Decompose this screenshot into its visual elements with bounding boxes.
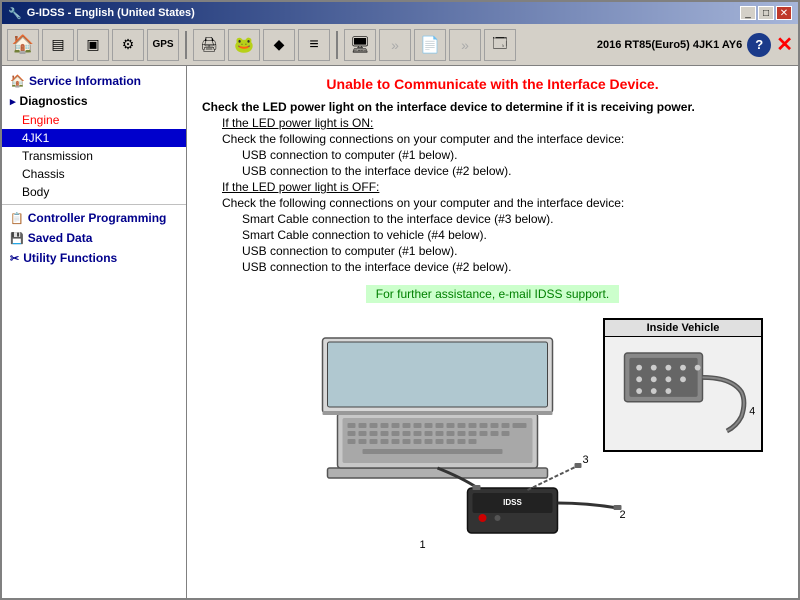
main-layout: 🏠 Service Information ▸ Diagnostics Engi… (2, 66, 798, 598)
sidebar: 🏠 Service Information ▸ Diagnostics Engi… (2, 66, 187, 598)
maximize-button[interactable]: □ (758, 6, 774, 20)
gps-button[interactable]: GPS (147, 29, 179, 61)
sidebar-divider1 (2, 204, 186, 205)
arrows2-button[interactable]: » (449, 29, 481, 61)
chassis-label: Chassis (22, 167, 65, 181)
separator2 (336, 31, 338, 59)
vehicle-label: 2016 RT85(Euro5) 4JK1 AY6 (597, 39, 742, 51)
check-led-text: Check the LED power light on the interfa… (202, 100, 783, 114)
sidebar-item-saved-data[interactable]: 💾 Saved Data (2, 228, 186, 248)
led-off-label: If the LED power light is OFF: (202, 180, 783, 194)
minimize-button[interactable]: _ (740, 6, 756, 20)
engine-label: Engine (22, 113, 59, 127)
service-info-icon: 🏠 (10, 74, 25, 88)
saved-icon: 💾 (10, 232, 24, 245)
transmission-label: Transmission (22, 149, 93, 163)
svg-text:4: 4 (749, 405, 755, 417)
sidebar-item-controller[interactable]: 📋 Controller Programming (2, 208, 186, 228)
led-on-line1: Check the following connections on your … (202, 132, 783, 146)
content-area: Unable to Communicate with the Interface… (187, 66, 798, 598)
assistance-container: For further assistance, e-mail IDSS supp… (202, 280, 783, 303)
led-on-line2: USB connection to computer (#1 below). (202, 148, 783, 162)
sidebar-item-4jk1[interactable]: 4JK1 (2, 129, 186, 147)
led-off-line3: Smart Cable connection to vehicle (#4 be… (202, 228, 783, 242)
controller-label: Controller Programming (28, 211, 167, 225)
led-on-line3: USB connection to the interface device (… (202, 164, 783, 178)
diamond-button[interactable]: ◆ (263, 29, 295, 61)
sidebar-item-service-info[interactable]: 🏠 Service Information (2, 71, 186, 91)
svg-text:1: 1 (419, 539, 425, 551)
arrows-button[interactable]: » (379, 29, 411, 61)
vehicle-info: 2016 RT85(Euro5) 4JK1 AY6 ? ✕ (597, 32, 793, 57)
help-button[interactable]: ? (747, 33, 771, 57)
led-on-underline: If the LED power light is ON: (222, 116, 373, 130)
body-label: Body (22, 185, 49, 199)
monitor-button[interactable]: 🖥 (344, 29, 376, 61)
exit-button[interactable]: ✕ (776, 32, 793, 57)
view1-button[interactable]: ▤ (42, 29, 74, 61)
frog-button[interactable]: 🐸 (228, 29, 260, 61)
utility-label: Utility Functions (23, 251, 117, 265)
titlebar-title: 🔧 G-IDSS - English (United States) (8, 7, 195, 20)
saved-label: Saved Data (28, 231, 93, 245)
sidebar-item-transmission[interactable]: Transmission (2, 147, 186, 165)
4jk1-label: 4JK1 (22, 131, 49, 145)
diagnostics-label: Diagnostics (20, 94, 88, 108)
led-on-label: If the LED power light is ON: (202, 116, 783, 130)
titlebar: 🔧 G-IDSS - English (United States) _ □ ✕ (2, 2, 798, 24)
assistance-link[interactable]: For further assistance, e-mail IDSS supp… (366, 285, 619, 303)
window-button[interactable]: 🗔 (484, 29, 516, 61)
sidebar-item-chassis[interactable]: Chassis (2, 165, 186, 183)
sidebar-item-diagnostics[interactable]: ▸ Diagnostics (2, 91, 186, 111)
led-off-underline: If the LED power light is OFF: (222, 180, 379, 194)
settings-button[interactable]: ⚙ (112, 29, 144, 61)
sidebar-item-engine[interactable]: Engine (2, 111, 186, 129)
vehicle-connector-diagram: 4 (605, 337, 761, 447)
lines-button[interactable]: ≡ (298, 29, 330, 61)
error-title: Unable to Communicate with the Interface… (202, 76, 783, 92)
main-window: 🔧 G-IDSS - English (United States) _ □ ✕… (0, 0, 800, 600)
diagnostics-icon: ▸ (10, 95, 16, 108)
controller-icon: 📋 (10, 212, 24, 225)
app-icon: 🔧 (8, 7, 22, 20)
svg-text:IDSS: IDSS (503, 498, 522, 507)
led-off-line1: Check the following connections on your … (202, 196, 783, 210)
sidebar-item-utility[interactable]: ✂ Utility Functions (2, 248, 186, 268)
sidebar-item-body[interactable]: Body (2, 183, 186, 201)
inside-vehicle-label: Inside Vehicle (605, 320, 761, 337)
toolbar: 🏠 ▤ ▣ ⚙ GPS 🖨 🐸 ◆ ≡ 🖥 » 📄 » 🗔 2016 RT85(… (2, 24, 798, 66)
led-off-line2: Smart Cable connection to the interface … (202, 212, 783, 226)
titlebar-buttons: _ □ ✕ (740, 6, 792, 20)
svg-text:3: 3 (582, 454, 588, 466)
view2-button[interactable]: ▣ (77, 29, 109, 61)
utility-icon: ✂ (10, 252, 19, 265)
close-button[interactable]: ✕ (776, 6, 792, 20)
service-info-label: Service Information (29, 74, 141, 88)
file-button[interactable]: 📄 (414, 29, 446, 61)
led-off-line5: USB connection to the interface device (… (202, 260, 783, 274)
led-off-line4: USB connection to computer (#1 below). (202, 244, 783, 258)
svg-text:2: 2 (619, 509, 625, 521)
home-button[interactable]: 🏠 (7, 29, 39, 61)
diagram-area: IDSS 1 2 3 (202, 318, 783, 568)
print-button[interactable]: 🖨 (193, 29, 225, 61)
inside-vehicle-box: Inside Vehicle (603, 318, 763, 452)
separator1 (185, 31, 187, 59)
titlebar-text: G-IDSS - English (United States) (27, 7, 195, 19)
